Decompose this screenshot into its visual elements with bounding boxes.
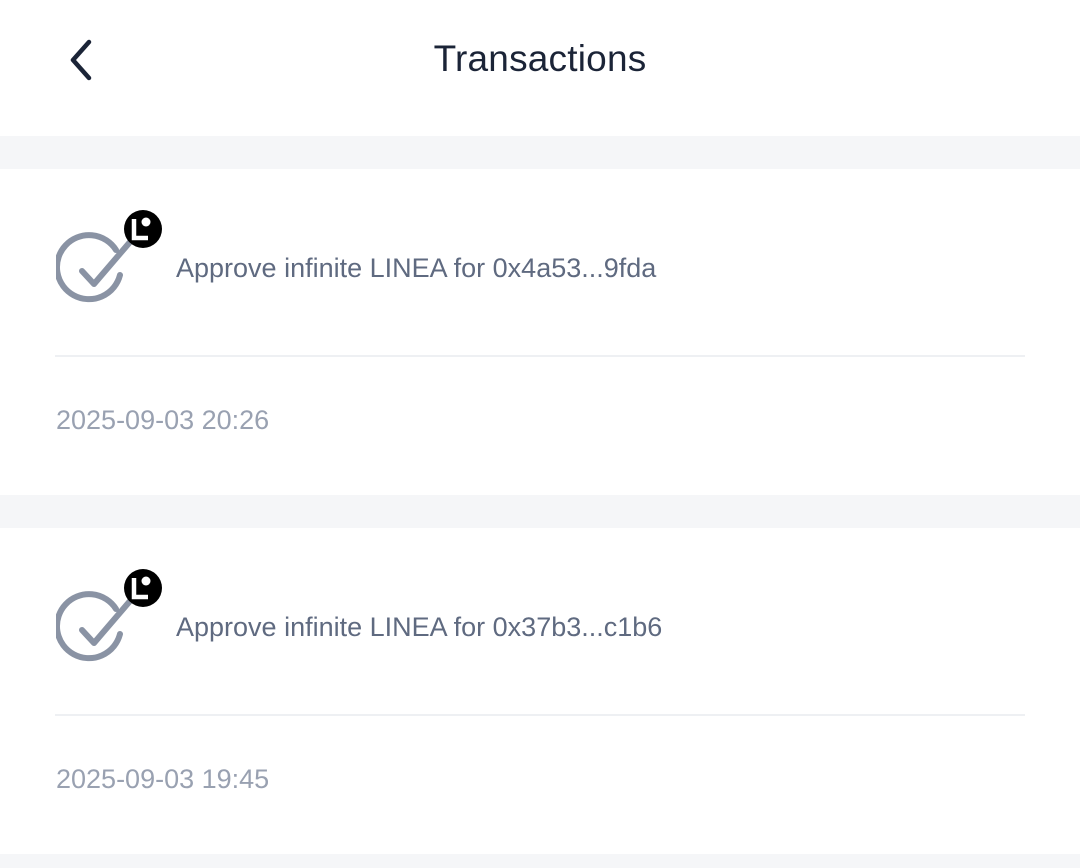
- divider: [55, 355, 1025, 357]
- divider: [55, 714, 1025, 716]
- transaction-date: 2025-09-03 19:45: [56, 764, 270, 794]
- transaction-item[interactable]: Approve infinite LINEA for 0x4a53...9fda…: [0, 169, 1080, 495]
- transaction-label: Approve infinite LINEA for 0x4a53...9fda: [176, 253, 657, 283]
- transaction-summary: Approve infinite LINEA for 0x37b3...c1b6: [0, 528, 1080, 715]
- transaction-label: Approve infinite LINEA for 0x37b3...c1b6: [176, 612, 663, 642]
- header-bar: Transactions: [0, 0, 1080, 136]
- section-separator: [0, 136, 1080, 169]
- transaction-item[interactable]: Approve infinite LINEA for 0x37b3...c1b6…: [0, 528, 1080, 854]
- linea-token-icon: [124, 569, 162, 607]
- linea-token-icon: [124, 210, 162, 248]
- check-circle-icon: [56, 210, 162, 303]
- page-title: Transactions: [433, 38, 647, 79]
- section-separator: [0, 854, 1080, 868]
- transaction-summary: Approve infinite LINEA for 0x4a53...9fda: [0, 169, 1080, 356]
- transaction-date: 2025-09-03 20:26: [56, 405, 270, 435]
- check-circle-icon: [56, 569, 162, 662]
- section-separator: [0, 495, 1080, 528]
